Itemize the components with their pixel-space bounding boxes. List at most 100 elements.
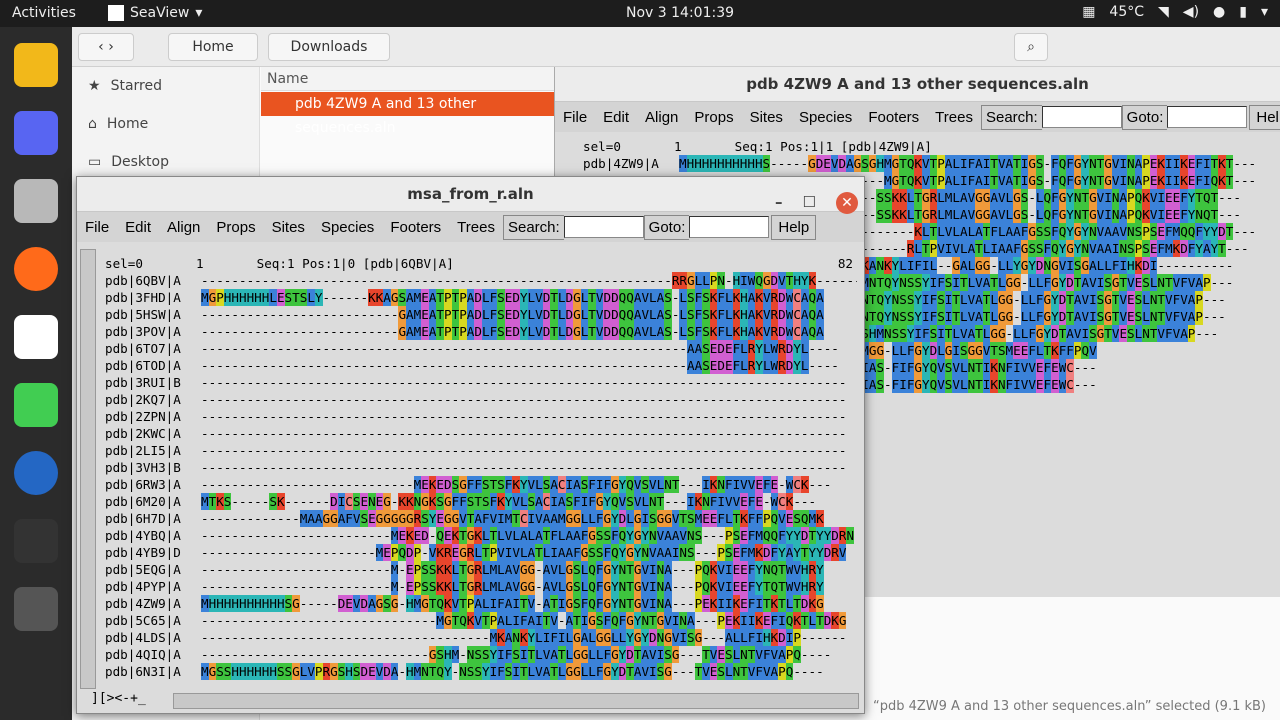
browser-icon[interactable] — [14, 43, 58, 87]
selected-file-row[interactable]: pdb 4ZW9 A and 13 other sequences.aln — [261, 92, 561, 136]
sequence-name[interactable]: pdb|3POV|A — [105, 323, 201, 340]
sequence-row[interactable]: pdb|2LI5|A ------------------------------… — [105, 442, 857, 459]
sequence-row[interactable]: pdb|6QBV|A ------------------------------… — [105, 272, 857, 289]
sequence-name[interactable]: pdb|4ZW9|A — [583, 155, 679, 172]
sequence-name[interactable]: pdb|4LDS|A — [105, 629, 201, 646]
sequence-name[interactable]: pdb|6M20|A — [105, 493, 201, 510]
sequence-name[interactable]: pdb|5EQG|A — [105, 561, 201, 578]
minimize-icon[interactable]: – — [775, 185, 783, 220]
discord-icon[interactable] — [14, 111, 58, 155]
qtcreator-icon[interactable] — [14, 383, 58, 427]
sequence-row[interactable]: pdb|4ZW9|A MHHHHHHHHHHSG-----DEVDAGSG-HMG… — [105, 595, 857, 612]
editor-icon[interactable] — [14, 315, 58, 359]
sequence-row[interactable]: pdb|3VH3|B ------------------------------… — [105, 459, 857, 476]
sequence-name[interactable]: pdb|6TO7|A — [105, 340, 201, 357]
sequence-name[interactable]: pdb|6RW3|A — [105, 476, 201, 493]
menu-edit[interactable]: Edit — [595, 109, 637, 126]
footer-controls[interactable]: ][><-+_ — [91, 691, 146, 706]
sequence-name[interactable]: pdb|6QBV|A — [105, 272, 201, 289]
sequence-row[interactable]: pdb|3POV|A --------------------------GAME… — [105, 323, 857, 340]
sequence-row[interactable]: pdb|4LDS|A ------------------------------… — [105, 629, 857, 646]
goto-input[interactable] — [1167, 106, 1248, 128]
sequence-row[interactable]: pdb|4ZW9|A MHHHHHHHHHHS-----GDEVDAGSGHMGT… — [583, 155, 1280, 172]
downloads-button[interactable]: Downloads — [268, 33, 390, 61]
apps-grid-icon[interactable] — [14, 663, 58, 707]
sequence-row[interactable]: pdb|3RUI|B ------------------------------… — [105, 374, 857, 391]
sequence-name[interactable]: pdb|4ZW9|A — [105, 595, 201, 612]
goto-input[interactable] — [689, 216, 770, 238]
sequence-row[interactable]: pdb|4PYP|A -------------------------M-EPS… — [105, 578, 857, 595]
sequence-name[interactable]: pdb|6N3I|A — [105, 663, 201, 680]
horizontal-scrollbar[interactable] — [173, 693, 859, 709]
alignment-panel[interactable]: sel=0 1 Seq:1 Pos:1|0 [pdb|6QBV|A] 82 pdb… — [105, 255, 857, 683]
sequence-name[interactable]: pdb|2LI5|A — [105, 442, 201, 459]
sequence-row[interactable]: pdb|5HSW|A --------------------------GAME… — [105, 306, 857, 323]
menu-props[interactable]: Props — [208, 219, 263, 236]
menu-species[interactable]: Species — [313, 219, 382, 236]
r-icon[interactable] — [14, 451, 58, 495]
menu-sites[interactable]: Sites — [264, 219, 313, 236]
sequence-name[interactable]: pdb|5HSW|A — [105, 306, 201, 323]
sequence-row[interactable]: pdb|6RW3|A ----------------------------ME… — [105, 476, 857, 493]
sequence-row[interactable]: pdb|6M20|A MTKS-----SK------DICSENEG-KKNG… — [105, 493, 857, 510]
sequence-row[interactable]: pdb|6TOD|A ------------------------------… — [105, 357, 857, 374]
menu-footers[interactable]: Footers — [860, 109, 927, 126]
sequence-name[interactable]: pdb|4PYP|A — [105, 578, 201, 595]
name-column-header[interactable]: Name — [261, 67, 561, 91]
home-button[interactable]: Home — [168, 33, 258, 61]
clock[interactable]: Nov 3 14:01:39 — [626, 5, 734, 21]
terminal-icon[interactable] — [14, 519, 58, 563]
sequence-name[interactable]: pdb|2KQ7|A — [105, 391, 201, 408]
menu-file[interactable]: File — [77, 219, 117, 236]
sequence-row[interactable]: pdb|6TO7|A ------------------------------… — [105, 340, 857, 357]
sequence-name[interactable]: pdb|3VH3|B — [105, 459, 201, 476]
sequence-row[interactable]: pdb|2ZPN|A ------------------------------… — [105, 408, 857, 425]
sequence-row[interactable]: pdb|6N3I|A MGSSHHHHHHSSGLVPRGSHSDEVDA-HMN… — [105, 663, 857, 680]
maximize-icon[interactable]: ☐ — [803, 185, 816, 220]
system-tray[interactable]: ▦ 45°C ◥ ◀) ● ▮ ▾ — [1082, 4, 1268, 20]
sequence-name[interactable]: pdb|2KWC|A — [105, 425, 201, 442]
sequence-row[interactable]: pdb|5EQG|A -------------------------M-EPS… — [105, 561, 857, 578]
sequence-name[interactable]: pdb|3FHD|A — [105, 289, 201, 306]
menu-trees[interactable]: Trees — [927, 109, 981, 126]
sequence-name[interactable]: pdb|4YB9|D — [105, 544, 201, 561]
menu-align[interactable]: Align — [637, 109, 686, 126]
nav-back-forward[interactable]: ‹ › — [78, 33, 134, 61]
sequence-row[interactable]: pdb|3FHD|A MGPHHHHHHLESTSLY------KKAGSAME… — [105, 289, 857, 306]
sequence-row[interactable]: pdb|4YB9|D -----------------------MEPQDP-… — [105, 544, 857, 561]
menu-sites[interactable]: Sites — [742, 109, 791, 126]
sequence-row[interactable]: pdb|2KWC|A ------------------------------… — [105, 425, 857, 442]
menu-props[interactable]: Props — [686, 109, 741, 126]
menu-edit[interactable]: Edit — [117, 219, 159, 236]
files-icon[interactable] — [14, 179, 58, 223]
vertical-scrollbar[interactable] — [80, 249, 96, 689]
sequence-name[interactable]: pdb|2ZPN|A — [105, 408, 201, 425]
menu-species[interactable]: Species — [791, 109, 860, 126]
app-menu[interactable]: SeaView ▾ — [108, 5, 202, 21]
sequence-name[interactable]: pdb|5C65|A — [105, 612, 201, 629]
help-button[interactable]: Hel — [1249, 104, 1280, 130]
sequence-row[interactable]: pdb|6H7D|A -------------MAAGGAFVSEGGGGGRS… — [105, 510, 857, 527]
sidebar-item-starred[interactable]: ★ Starred — [72, 67, 259, 105]
sequence-row[interactable]: pdb|5C65|A ------------------------------… — [105, 612, 857, 629]
firefox-icon[interactable] — [14, 247, 58, 291]
menu-align[interactable]: Align — [159, 219, 208, 236]
sequence-name[interactable]: pdb|4QIQ|A — [105, 646, 201, 663]
search-input[interactable] — [1041, 106, 1122, 128]
menu-footers[interactable]: Footers — [382, 219, 449, 236]
close-icon[interactable]: ✕ — [836, 191, 858, 214]
sequence-name[interactable]: pdb|6H7D|A — [105, 510, 201, 527]
seaview-icon[interactable] — [14, 587, 58, 631]
menu-trees[interactable]: Trees — [449, 219, 503, 236]
sidebar-item-home[interactable]: ⌂ Home — [72, 105, 259, 143]
sequence-name[interactable]: pdb|6TOD|A — [105, 357, 201, 374]
sequence-row[interactable]: pdb|4YBQ|A -------------------------MEKED… — [105, 527, 857, 544]
sequence-name[interactable]: pdb|3RUI|B — [105, 374, 201, 391]
search-icon[interactable]: ⌕ — [1014, 33, 1048, 61]
sequence-row[interactable]: pdb|4QIQ|A ------------------------------… — [105, 646, 857, 663]
sequence-name[interactable]: pdb|4YBQ|A — [105, 527, 201, 544]
activities-button[interactable]: Activities — [12, 5, 76, 21]
menu-file[interactable]: File — [555, 109, 595, 126]
sequence-row[interactable]: pdb|2KQ7|A ------------------------------… — [105, 391, 857, 408]
search-input[interactable] — [563, 216, 644, 238]
